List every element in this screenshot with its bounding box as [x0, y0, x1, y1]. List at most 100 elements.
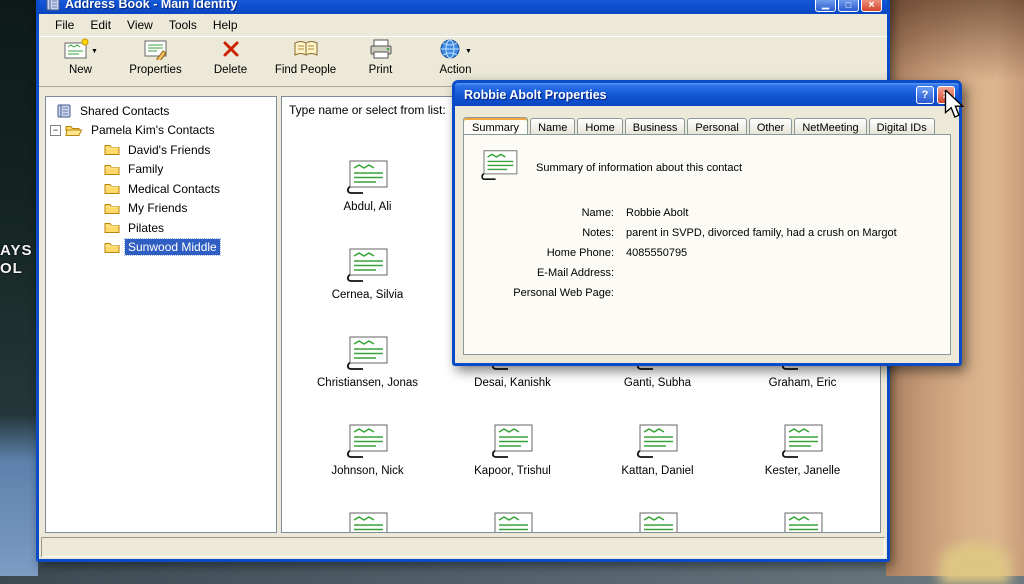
field-row: Personal Web Page:	[464, 287, 940, 299]
toolbar-icon-wrap: ▼	[143, 39, 169, 63]
address-book-app-icon	[45, 0, 61, 11]
contact-item[interactable]	[440, 507, 585, 533]
contact-name: Desai, Kanishk	[474, 377, 551, 389]
toolbar-icon-wrap: ▼	[293, 39, 319, 63]
contact-item[interactable]: Kattan, Daniel	[585, 419, 730, 507]
toolbar-button[interactable]: ▼ Find People	[268, 38, 343, 76]
summary-caption: Summary of information about this contac…	[536, 162, 742, 174]
summary-header: Summary of information about this contac…	[480, 149, 742, 186]
dialog-title-bar[interactable]: Robbie Abolt Properties ? ×	[455, 83, 959, 106]
contact-name: Kapoor, Trishul	[474, 465, 551, 477]
minimize-button[interactable]: ▁	[815, 0, 836, 12]
contact-item[interactable]: Christiansen, Jonas	[295, 331, 440, 419]
caption-buttons: ▁ □ ×	[815, 0, 882, 12]
toolbar-button[interactable]: ▼ Action	[418, 38, 493, 76]
title-bar[interactable]: Address Book - Main Identity ▁ □ ×	[39, 0, 887, 14]
summary-tab-page: Summary of information about this contac…	[463, 134, 951, 355]
contact-card-icon	[480, 149, 520, 186]
contact-card-icon	[781, 511, 825, 533]
tree-item[interactable]: Family	[46, 160, 276, 180]
contact-name: Graham, Eric	[769, 377, 837, 389]
contact-card-icon	[346, 247, 390, 283]
tree-item[interactable]: − Pamela Kim's Contacts	[46, 121, 276, 141]
window-title: Address Book - Main Identity	[65, 0, 815, 11]
folder-icon	[104, 202, 120, 215]
toolbar-button[interactable]: ▼ Properties	[118, 38, 193, 76]
contact-item[interactable]: Johnson, Nick	[295, 419, 440, 507]
toolbar-icon-wrap: ▼	[368, 39, 394, 63]
background-photo-left: AYS OL	[0, 0, 38, 576]
contact-card-icon	[346, 159, 390, 195]
summary-fields: Name: Robbie Abolt Notes: parent in SVPD…	[464, 207, 940, 307]
toolbar-button-label: Delete	[214, 64, 247, 76]
menu-item[interactable]: Tools	[161, 16, 205, 34]
dropdown-arrow-icon[interactable]: ▼	[91, 48, 98, 55]
field-label: E-Mail Address:	[464, 267, 614, 279]
dialog-title: Robbie Abolt Properties	[464, 88, 913, 102]
maximize-button[interactable]: □	[838, 0, 859, 12]
contact-item[interactable]: Kapoor, Trishul	[440, 419, 585, 507]
contact-item[interactable]: Cernea, Silvia	[295, 243, 440, 331]
field-label: Notes:	[464, 227, 614, 239]
background-overlay-text-2: OL	[0, 260, 23, 277]
dialog-tab-strip: SummaryNameHomeBusinessPersonalOtherNetM…	[463, 116, 937, 136]
toolbar-button-label: Find People	[275, 64, 336, 76]
properties-icon	[143, 38, 169, 65]
contact-card-icon	[346, 335, 390, 371]
tree-item-label: Sunwood Middle	[125, 239, 220, 255]
toolbar-button[interactable]: ▼ Print	[343, 38, 418, 76]
tree-item[interactable]: Medical Contacts	[46, 179, 276, 199]
menu-item[interactable]: Edit	[82, 16, 119, 34]
field-label: Home Phone:	[464, 247, 614, 259]
toolbar-button-label: Action	[440, 64, 472, 76]
toolbar-button[interactable]: ▼ Delete	[193, 38, 268, 76]
tree-item[interactable]: David's Friends	[46, 140, 276, 160]
contact-card-icon	[636, 423, 680, 459]
field-label: Personal Web Page:	[464, 287, 614, 299]
tree-item[interactable]: Shared Contacts	[46, 101, 276, 121]
field-row: Name: Robbie Abolt	[464, 207, 940, 219]
folder-icon	[104, 241, 120, 254]
field-row: E-Mail Address:	[464, 267, 940, 279]
contact-item[interactable]: Abdul, Ali	[295, 155, 440, 243]
address-book-icon	[56, 104, 72, 118]
action-globe-icon	[439, 38, 463, 65]
folder-icon	[104, 221, 120, 234]
toolbar-button[interactable]: ▼ New	[43, 38, 118, 76]
contact-item[interactable]	[295, 507, 440, 533]
folders-tree: Shared Contacts − Pamela Kim's Contacts …	[45, 96, 277, 533]
contact-card-icon	[491, 511, 535, 533]
tree-expander-icon[interactable]: −	[50, 125, 61, 136]
contact-name: Kester, Janelle	[765, 465, 840, 477]
toolbar-icon-wrap: ▼	[220, 39, 242, 63]
contact-item[interactable]	[730, 507, 875, 533]
contact-item[interactable]	[585, 507, 730, 533]
folder-icon	[104, 182, 120, 195]
field-value: Robbie Abolt	[626, 207, 688, 219]
tree-item[interactable]: My Friends	[46, 199, 276, 219]
menu-item[interactable]: View	[119, 16, 161, 34]
tree-item-label: My Friends	[125, 200, 190, 216]
print-icon	[368, 38, 394, 65]
field-value: parent in SVPD, divorced family, had a c…	[626, 227, 897, 239]
dialog-help-button[interactable]: ?	[916, 86, 934, 104]
contact-name: Christiansen, Jonas	[317, 377, 418, 389]
contact-name: Kattan, Daniel	[621, 465, 693, 477]
menu-item[interactable]: File	[47, 16, 82, 34]
close-button[interactable]: ×	[861, 0, 882, 12]
toolbar-icon-wrap: ▼	[439, 39, 472, 63]
dropdown-arrow-icon[interactable]: ▼	[465, 48, 472, 55]
open-folder-icon	[65, 124, 83, 137]
field-value: 4085550795	[626, 247, 687, 259]
tree-item[interactable]: Pilates	[46, 218, 276, 238]
contact-card-icon	[636, 511, 680, 533]
tree-item[interactable]: Sunwood Middle	[46, 238, 276, 258]
toolbar-icon-wrap: ▼	[63, 39, 98, 63]
tree-item-label: Pamela Kim's Contacts	[88, 122, 218, 138]
background-clothing	[940, 542, 1010, 584]
contact-name: Ganti, Subha	[624, 377, 691, 389]
menu-item[interactable]: Help	[205, 16, 246, 34]
toolbar-button-label: New	[69, 64, 92, 76]
mouse-cursor-icon	[944, 90, 965, 125]
contact-item[interactable]: Kester, Janelle	[730, 419, 875, 507]
